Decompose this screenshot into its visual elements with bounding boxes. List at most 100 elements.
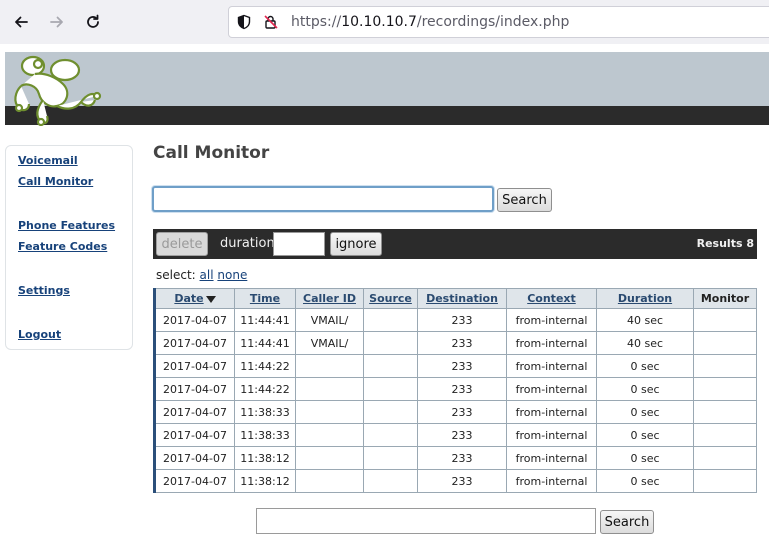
column-header-monitor: Monitor (693, 288, 757, 309)
cell-monitor (693, 377, 757, 401)
cell-duration: 0 sec (596, 469, 694, 493)
cell-destination: 233 (417, 469, 507, 493)
cell-date: 2017-04-07 (154, 354, 235, 378)
column-header-caller-id[interactable]: Caller ID (295, 288, 364, 309)
sidebar-item-settings[interactable]: Settings (18, 284, 70, 297)
calls-table: Date Time Caller ID Source Destination C… (153, 288, 757, 493)
cell-destination: 233 (417, 308, 507, 332)
cell-duration: 0 sec (596, 354, 694, 378)
url-scheme: https:// (291, 14, 342, 30)
cell-monitor (693, 400, 757, 424)
reload-button[interactable] (81, 10, 105, 34)
ignore-button[interactable]: ignore (330, 232, 382, 256)
cell-monitor (693, 354, 757, 378)
back-arrow-icon (15, 16, 28, 28)
column-header-context[interactable]: Context (506, 288, 597, 309)
browser-toolbar: https://10.10.10.7/recordings/index.php (0, 0, 769, 44)
back-button[interactable] (9, 10, 33, 34)
header-strip (5, 106, 769, 125)
results-count: Results 8 (696, 237, 754, 250)
cell-monitor (693, 446, 757, 470)
forward-button[interactable] (45, 10, 69, 34)
frog-logo-icon (14, 55, 102, 126)
column-header-source[interactable]: Source (363, 288, 418, 309)
cell-date: 2017-04-07 (154, 308, 235, 332)
select-none-link[interactable]: none (217, 268, 247, 282)
select-label: select: (156, 268, 196, 282)
cell-destination: 233 (417, 354, 507, 378)
cell-caller-id (295, 377, 364, 401)
cell-date: 2017-04-07 (154, 423, 235, 447)
cell-date: 2017-04-07 (154, 469, 235, 493)
calls-table-body: 2017-04-07 11:44:41 VMAIL/233 from-internal… (154, 308, 757, 493)
table-row[interactable]: 2017-04-07 11:38:12 233 from-internal 0 sec (154, 469, 757, 493)
cell-source (363, 446, 418, 470)
table-row[interactable]: 2017-04-07 11:44:41 VMAIL/233 from-internal… (154, 331, 757, 355)
page-title: Call Monitor (153, 143, 270, 163)
sidebar-item-phone-features[interactable]: Phone Features (18, 219, 115, 232)
sidebar-item-call-monitor[interactable]: Call Monitor (18, 175, 93, 188)
cell-context: from-internal (506, 308, 597, 332)
cell-source (363, 331, 418, 355)
forward-arrow-icon (50, 16, 63, 28)
cell-context: from-internal (506, 331, 597, 355)
table-row[interactable]: 2017-04-07 11:44:22 233 from-internal 0 sec (154, 354, 757, 378)
header-banner (5, 52, 769, 126)
select-row: select: all none (156, 268, 247, 282)
table-row[interactable]: 2017-04-07 11:44:41 VMAIL/233 from-internal… (154, 308, 757, 332)
cell-time: 11:38:33 (234, 423, 296, 447)
cell-destination: 233 (417, 446, 507, 470)
search-button[interactable]: Search (497, 188, 552, 212)
column-header-time[interactable]: Time (234, 288, 296, 309)
shield-icon[interactable] (236, 14, 252, 34)
insecure-lock-icon[interactable] (263, 14, 279, 34)
cell-source (363, 377, 418, 401)
duration-label: duration (220, 236, 275, 251)
cell-duration: 0 sec (596, 377, 694, 401)
cell-destination: 233 (417, 423, 507, 447)
sidebar-item-feature-codes[interactable]: Feature Codes (18, 240, 107, 253)
cell-time: 11:44:41 (234, 308, 296, 332)
table-row[interactable]: 2017-04-07 11:44:22 233 from-internal 0 sec (154, 377, 757, 401)
url-path: /recordings/index.php (416, 14, 570, 30)
column-header-destination-label: Destination (426, 292, 498, 305)
cell-monitor (693, 469, 757, 493)
bottom-search-input[interactable] (256, 508, 596, 534)
delete-button[interactable]: delete (156, 232, 208, 256)
sidebar-item-voicemail[interactable]: Voicemail (18, 154, 78, 167)
bottom-search-button[interactable]: Search (600, 510, 654, 534)
column-header-date[interactable]: Date (154, 288, 235, 309)
cell-date: 2017-04-07 (154, 331, 235, 355)
url-text[interactable]: https://10.10.10.7/recordings/index.php (291, 14, 569, 30)
url-host: 10.10.10.7 (341, 14, 417, 30)
table-row[interactable]: 2017-04-07 11:38:12 233 from-internal 0 sec (154, 446, 757, 470)
cell-caller-id: VMAIL/ (295, 331, 364, 355)
table-header-row: Date Time Caller ID Source Destination C… (154, 288, 757, 309)
table-row[interactable]: 2017-04-07 11:38:33 233 from-internal 0 sec (154, 400, 757, 424)
cell-time: 11:38:12 (234, 446, 296, 470)
cell-duration: 0 sec (596, 446, 694, 470)
cell-source (363, 423, 418, 447)
sidebar: Voicemail Call Monitor Phone Features Fe… (5, 145, 133, 350)
table-row[interactable]: 2017-04-07 11:38:33 233 from-internal 0 sec (154, 423, 757, 447)
search-input[interactable] (152, 186, 494, 212)
cell-monitor (693, 331, 757, 355)
cell-duration: 0 sec (596, 423, 694, 447)
select-all-link[interactable]: all (200, 268, 214, 282)
cell-duration: 0 sec (596, 400, 694, 424)
column-header-source-label: Source (369, 292, 412, 305)
cell-context: from-internal (506, 423, 597, 447)
column-header-destination[interactable]: Destination (417, 288, 507, 309)
cell-time: 11:38:33 (234, 400, 296, 424)
cell-duration: 40 sec (596, 331, 694, 355)
column-header-duration[interactable]: Duration (596, 288, 694, 309)
cell-context: from-internal (506, 400, 597, 424)
cell-destination: 233 (417, 331, 507, 355)
address-bar[interactable]: https://10.10.10.7/recordings/index.php (228, 6, 769, 38)
cell-context: from-internal (506, 446, 597, 470)
duration-input[interactable] (273, 232, 325, 256)
column-header-context-label: Context (527, 292, 576, 305)
cell-context: from-internal (506, 354, 597, 378)
cell-date: 2017-04-07 (154, 400, 235, 424)
sidebar-item-logout[interactable]: Logout (18, 328, 61, 341)
